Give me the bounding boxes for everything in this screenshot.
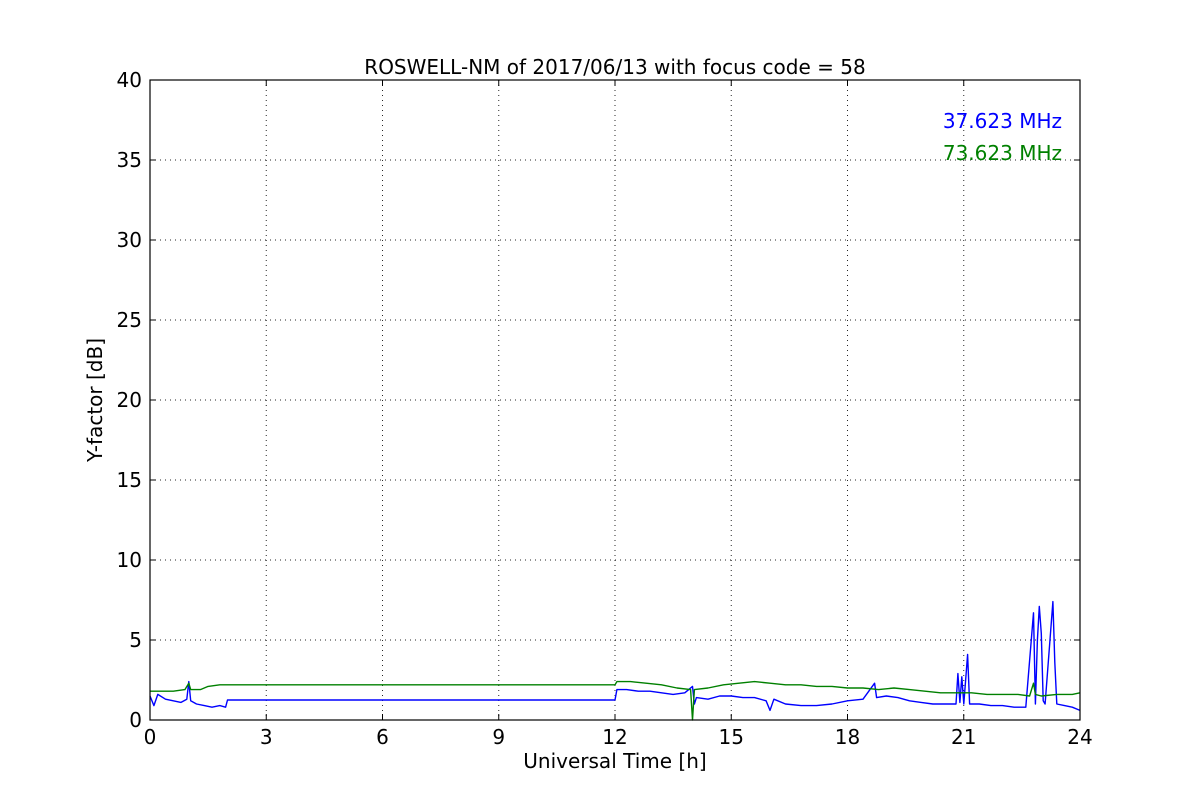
x-tick-label: 0: [144, 725, 157, 749]
y-tick-label: 15: [117, 468, 142, 492]
y-tick-label: 0: [129, 708, 142, 732]
y-tick-label: 5: [129, 628, 142, 652]
x-tick-label: 9: [492, 725, 505, 749]
x-tick-label: 12: [602, 725, 627, 749]
legend-entry-1: 37.623 MHz: [943, 109, 1062, 133]
x-axis-label: Universal Time [h]: [523, 749, 706, 773]
x-tick-label: 21: [951, 725, 976, 749]
legend-entry-2: 73.623 MHz: [943, 141, 1062, 165]
x-tick-label: 3: [260, 725, 273, 749]
x-tick-label: 18: [835, 725, 860, 749]
y-axis-label: Y-factor [dB]: [83, 338, 107, 463]
x-tick-label: 6: [376, 725, 389, 749]
y-tick-label: 35: [117, 148, 142, 172]
chart-title: ROSWELL-NM of 2017/06/13 with focus code…: [364, 55, 865, 79]
y-tick-label: 10: [117, 548, 142, 572]
y-tick-label: 30: [117, 228, 142, 252]
x-tick-label: 15: [719, 725, 744, 749]
y-tick-label: 20: [117, 388, 142, 412]
x-tick-label: 24: [1067, 725, 1092, 749]
yfactor-chart: 0 3 6 9 12 15 18 21 24 0 5 10 15 20 25 30 35 40 ROSWELL-N…: [0, 0, 1200, 800]
y-tick-label: 40: [117, 68, 142, 92]
y-tick-label: 25: [117, 308, 142, 332]
